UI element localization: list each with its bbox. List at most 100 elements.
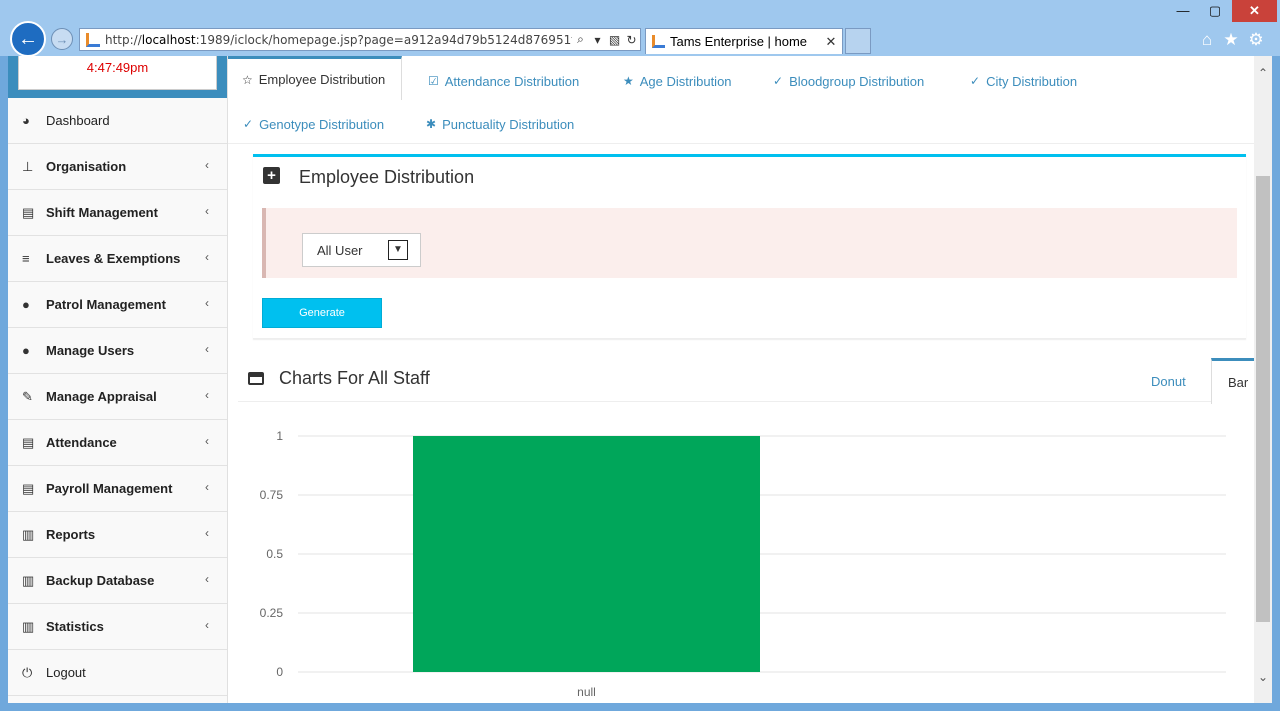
sidebar-item-dashboard[interactable]: ◕ Dashboard [8, 98, 227, 144]
address-bar[interactable]: http://localhost:1989/iclock/homepage.js… [79, 28, 641, 51]
sidebar-item-statistics[interactable]: ▥ Statistics ‹ [8, 604, 227, 650]
chevron-left-icon: ‹ [205, 158, 209, 172]
tab-attendance-distribution[interactable]: ☑ Attendance Distribution [428, 59, 579, 103]
inbox-icon [248, 372, 264, 385]
y-tick-label: 0.5 [266, 547, 283, 561]
sidebar-item-reports[interactable]: ▥ Reports ‹ [8, 512, 227, 558]
sidebar-item-organisation[interactable]: ⊥ Organisation ‹ [8, 144, 227, 190]
table-icon: ▤ [22, 434, 35, 450]
sidebar-item-manage-appraisal[interactable]: ✎ Manage Appraisal ‹ [8, 374, 227, 420]
chevron-left-icon: ‹ [205, 204, 209, 218]
chevron-left-icon: ‹ [205, 434, 209, 448]
tab-label: Punctuality Distribution [442, 116, 575, 132]
settings-gear-icon[interactable]: ⚙ [1245, 29, 1267, 51]
browser-tab[interactable]: Tams Enterprise | home ✕ [645, 28, 843, 54]
star-icon: ★ [623, 74, 634, 88]
sidebar-item-label: Patrol Management [46, 297, 166, 312]
main-content: ☆ Employee Distribution ☑ Attendance Distri… [228, 56, 1256, 703]
y-tick-label: 0 [276, 665, 283, 679]
sidebar-item-label: Manage Users [46, 343, 135, 358]
x-tick-label: null [577, 685, 596, 699]
tab-label: Attendance Distribution [444, 73, 580, 89]
scroll-thumb[interactable] [1256, 176, 1270, 622]
tab-donut[interactable]: Donut [1151, 374, 1186, 389]
tab-label: Age Distribution [639, 73, 732, 89]
tab-punctuality-distribution[interactable]: ✱ Punctuality Distribution [426, 102, 574, 146]
sidebar-item-label: Logout [46, 665, 86, 680]
bar-null[interactable] [413, 436, 760, 672]
sidebar-item-label: Attendance [46, 435, 117, 450]
check-square-icon: ☑ [428, 74, 439, 88]
forward-arrow-icon[interactable]: → [51, 28, 73, 50]
sidebar-item-leaves-exemptions[interactable]: ≡ Leaves & Exemptions ‹ [8, 236, 227, 282]
sidebar-item-label: Payroll Management [46, 481, 173, 496]
check-circle-icon: ✓ [970, 74, 981, 88]
generate-button[interactable]: Generate [262, 298, 382, 328]
sidebar-item-attendance[interactable]: ▤ Attendance ‹ [8, 420, 227, 466]
maximize-icon[interactable]: ▢ [1200, 0, 1230, 22]
employee-distribution-box: + Employee Distribution All User ▼ Gener… [253, 154, 1246, 339]
sidebar-item-backup-database[interactable]: ▥ Backup Database ‹ [8, 558, 227, 604]
tab-bar[interactable]: Bar [1211, 358, 1256, 404]
search-icon[interactable]: ⌕ [572, 32, 589, 47]
scroll-up-icon[interactable]: ⌃ [1254, 66, 1272, 80]
sidebar-item-shift-management[interactable]: ▤ Shift Management ‹ [8, 190, 227, 236]
user-icon: ● [22, 297, 30, 312]
window-close-icon[interactable]: ✕ [1232, 0, 1277, 22]
tab-employee-distribution[interactable]: ☆ Employee Distribution [228, 56, 403, 100]
close-icon[interactable]: ✕ [820, 34, 842, 50]
chevron-left-icon: ‹ [205, 342, 209, 356]
user-select[interactable]: All User ▼ [302, 233, 421, 267]
refresh-icon[interactable]: ↻ [623, 33, 640, 47]
charts-title: Charts For All Staff [279, 368, 430, 388]
page-scrollbar[interactable]: ⌃ ⌄ [1254, 56, 1272, 703]
sidebar-item-manage-users[interactable]: ● Manage Users ‹ [8, 328, 227, 374]
bar-chart-icon: ▥ [22, 572, 35, 588]
compatibility-icon[interactable]: ▧ [606, 33, 623, 47]
bar-chart-icon: ▥ [22, 618, 35, 634]
table-icon: ▤ [22, 204, 35, 220]
home-icon[interactable]: ⌂ [1196, 29, 1218, 51]
sidebar: 4:47:49pm ◕ Dashboard ⊥ Organisation ‹ ▤ Shift… [8, 56, 228, 703]
table-icon: ▤ [22, 480, 35, 496]
power-icon: ⏻ [22, 664, 33, 680]
plus-square-icon[interactable]: + [263, 167, 280, 184]
sidebar-item-label: Shift Management [46, 205, 158, 220]
tab-genotype-distribution[interactable]: ✓ Genotype Distribution [243, 102, 384, 146]
back-arrow-icon[interactable]: ← [10, 21, 46, 57]
browser-chrome: ← → http://localhost:1989/iclock/homepag… [0, 0, 1280, 57]
sidebar-item-label: Reports [46, 527, 96, 542]
tab-bloodgroup-distribution[interactable]: ✓ Bloodgroup Distribution [773, 59, 924, 103]
tab-label: Genotype Distribution [259, 116, 385, 132]
y-tick-label: 1 [276, 429, 283, 443]
tab-label: Bloodgroup Distribution [789, 73, 925, 89]
minimize-icon[interactable]: — [1168, 0, 1198, 22]
chevron-left-icon: ‹ [205, 250, 209, 264]
user-icon: ● [22, 343, 30, 358]
star-outline-icon: ☆ [242, 72, 253, 87]
tab-age-distribution[interactable]: ★ Age Distribution [623, 59, 732, 103]
dashboard-icon: ◕ [22, 113, 30, 128]
sidebar-item-label: Statistics [46, 619, 104, 634]
sidebar-item-label: Backup Database [46, 573, 155, 588]
filter-panel: All User ▼ [262, 208, 1237, 278]
list-icon: ≡ [22, 251, 30, 266]
url-text[interactable]: http://localhost:1989/iclock/homepage.js… [105, 33, 572, 47]
chevron-left-icon: ‹ [205, 526, 209, 540]
sidebar-item-patrol-management[interactable]: ● Patrol Management ‹ [8, 282, 227, 328]
chevron-down-icon[interactable]: ▼ [388, 240, 408, 260]
sidebar-item-payroll-management[interactable]: ▤ Payroll Management ‹ [8, 466, 227, 512]
bar-chart: 0 0.25 0.5 0.75 1 null [260, 429, 1226, 699]
chevron-left-icon: ‹ [205, 388, 209, 402]
chevron-left-icon: ‹ [205, 296, 209, 310]
scroll-down-icon[interactable]: ⌄ [1254, 670, 1272, 684]
chevron-left-icon: ‹ [205, 572, 209, 586]
edit-icon: ✎ [22, 388, 33, 404]
tab-city-distribution[interactable]: ✓ City Distribution [970, 59, 1077, 103]
sidebar-item-logout[interactable]: ⏻ Logout [8, 650, 227, 696]
favorites-star-icon[interactable]: ★ [1220, 29, 1242, 51]
dropdown-icon[interactable]: ▾ [589, 33, 606, 47]
tab-title: Tams Enterprise | home [670, 34, 808, 49]
new-tab-button[interactable] [845, 28, 871, 54]
bar-chart-icon: ▥ [22, 526, 35, 542]
